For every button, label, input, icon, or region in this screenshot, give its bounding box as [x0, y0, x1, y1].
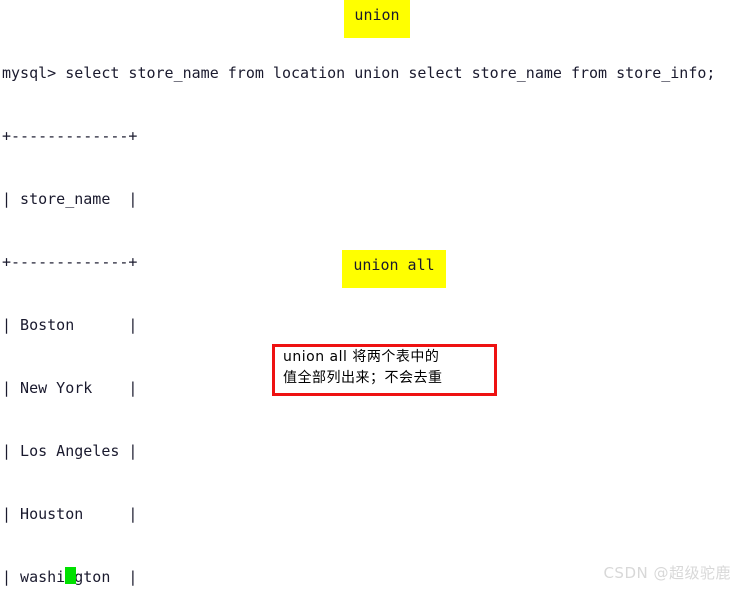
highlight-union-keyword: union	[344, 0, 410, 38]
terminal-line-table-header: | store_name |	[2, 190, 138, 208]
terminal-line-table-border: +-------------+	[2, 127, 138, 145]
annotation-line-1: union all 将两个表中的	[283, 349, 440, 365]
csdn-watermark: CSDN @超级驼鹿	[603, 564, 731, 582]
highlight-union-all-label: union all	[353, 256, 435, 274]
table-row: | Boston |	[2, 316, 138, 334]
highlight-union-label: union	[354, 6, 400, 24]
annotation-line-2: 值全部列出来；不会去重	[283, 370, 443, 386]
table-row: | Houston |	[2, 505, 138, 523]
annotation-callout: union all 将两个表中的 值全部列出来；不会去重	[272, 344, 497, 396]
table-row: | Los Angeles |	[2, 442, 138, 460]
terminal-cursor	[65, 567, 76, 584]
terminal-output[interactable]: mysql> select store_name from location u…	[0, 0, 739, 597]
highlight-union-all-keyword: union all	[342, 250, 446, 288]
terminal-line-query-1: mysql> select store_name from location u…	[2, 64, 716, 82]
